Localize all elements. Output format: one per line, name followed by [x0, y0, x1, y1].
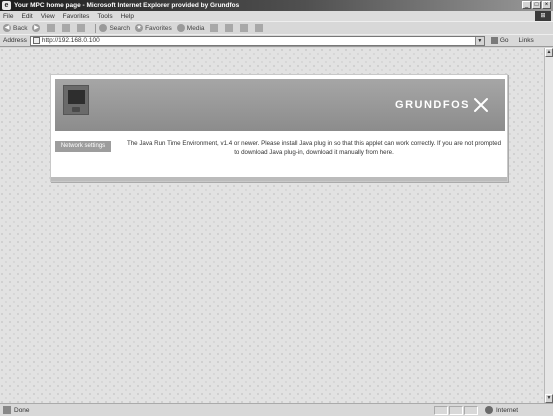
- edit-button[interactable]: [254, 24, 265, 32]
- home-button[interactable]: [77, 24, 87, 32]
- page-done-icon: [3, 406, 11, 414]
- address-dropdown-icon[interactable]: ▼: [474, 36, 484, 45]
- maximize-button[interactable]: □: [532, 1, 541, 9]
- menu-favorites[interactable]: Favorites: [63, 13, 90, 20]
- address-field[interactable]: ▼: [29, 35, 485, 46]
- grundfos-logo: GRUNDFOS: [395, 97, 489, 113]
- page-viewport: GRUNDFOS Network settings The Java Run T…: [0, 48, 544, 403]
- media-label: Media: [186, 24, 205, 32]
- page-panel: GRUNDFOS Network settings The Java Run T…: [50, 74, 508, 182]
- stop-button[interactable]: [47, 24, 57, 32]
- security-zone: Internet: [485, 406, 518, 414]
- mail-icon: [224, 24, 233, 32]
- controller-device-image: [63, 85, 89, 115]
- toolbar: ◀ Back ▶ Search ★ Favorites Media: [0, 21, 553, 34]
- media-button[interactable]: Media: [176, 24, 205, 32]
- menu-tools[interactable]: Tools: [97, 13, 112, 20]
- status-text: Done: [14, 406, 30, 414]
- grundfos-x-icon: [474, 98, 488, 112]
- status-cell: [434, 405, 448, 415]
- menu-help[interactable]: Help: [121, 13, 134, 20]
- print-icon: [239, 24, 248, 32]
- status-bar: Done Internet: [0, 403, 553, 416]
- window-controls: _ □ ×: [522, 1, 551, 9]
- menu-file[interactable]: File: [3, 13, 13, 20]
- header-banner: GRUNDFOS: [55, 79, 505, 131]
- address-input[interactable]: [41, 37, 462, 44]
- title-bar: e Your MPC home page - Microsoft Interne…: [0, 0, 553, 11]
- network-settings-button[interactable]: Network settings: [55, 141, 111, 152]
- address-label: Address: [3, 37, 27, 44]
- home-icon: [77, 24, 86, 32]
- zone-label: Internet: [496, 406, 519, 414]
- go-button[interactable]: Go: [490, 37, 509, 44]
- menu-bar: File Edit View Favorites Tools Help: [0, 11, 553, 21]
- page-icon: [32, 37, 40, 44]
- panel-footer: [51, 177, 507, 181]
- internet-globe-icon: [485, 406, 493, 414]
- address-bar: Address ▼ Go Links: [0, 34, 553, 47]
- toolbar-separator: [95, 23, 97, 33]
- refresh-button[interactable]: [62, 24, 72, 32]
- back-label: Back: [13, 24, 28, 32]
- go-label: Go: [499, 37, 509, 44]
- status-cell: [464, 405, 478, 415]
- history-icon: [209, 24, 218, 32]
- refresh-icon: [62, 24, 71, 32]
- history-button[interactable]: [209, 24, 220, 32]
- mail-button[interactable]: [224, 24, 235, 32]
- controller-knob: [72, 107, 80, 112]
- go-arrow-icon: [490, 37, 498, 44]
- back-button[interactable]: ◀ Back: [3, 24, 27, 32]
- edit-icon: [254, 24, 263, 32]
- back-arrow-icon: ◀: [3, 24, 11, 32]
- print-button[interactable]: [239, 24, 250, 32]
- media-icon: [176, 24, 185, 32]
- window-title: Your MPC home page - Microsoft Internet …: [14, 2, 240, 9]
- scroll-up-icon[interactable]: ▲: [545, 48, 553, 57]
- links-button[interactable]: Links: [519, 37, 534, 44]
- favorites-label: Favorites: [145, 24, 172, 32]
- search-button[interactable]: Search: [99, 24, 130, 32]
- windows-logo-icon: ⊞: [535, 11, 551, 21]
- menu-edit[interactable]: Edit: [21, 13, 32, 20]
- menu-view[interactable]: View: [41, 13, 55, 20]
- search-label: Search: [109, 24, 131, 32]
- close-button[interactable]: ×: [542, 1, 551, 9]
- search-icon: [99, 24, 108, 32]
- controller-screen: [68, 90, 85, 104]
- vertical-scrollbar[interactable]: ▲ ▼: [544, 48, 553, 403]
- scroll-down-icon[interactable]: ▼: [545, 394, 553, 403]
- status-cell: [449, 405, 463, 415]
- forward-arrow-icon: ▶: [32, 24, 41, 32]
- minimize-button[interactable]: _: [522, 1, 531, 9]
- favorites-button[interactable]: ★ Favorites: [135, 24, 172, 32]
- java-plugin-message: The Java Run Time Environment, v1.4 or n…: [126, 140, 502, 156]
- brand-wordmark: GRUNDFOS: [395, 99, 470, 111]
- forward-button[interactable]: ▶: [32, 24, 42, 32]
- stop-icon: [47, 24, 56, 32]
- ie-icon: e: [2, 1, 11, 10]
- favorites-star-icon: ★: [135, 24, 144, 32]
